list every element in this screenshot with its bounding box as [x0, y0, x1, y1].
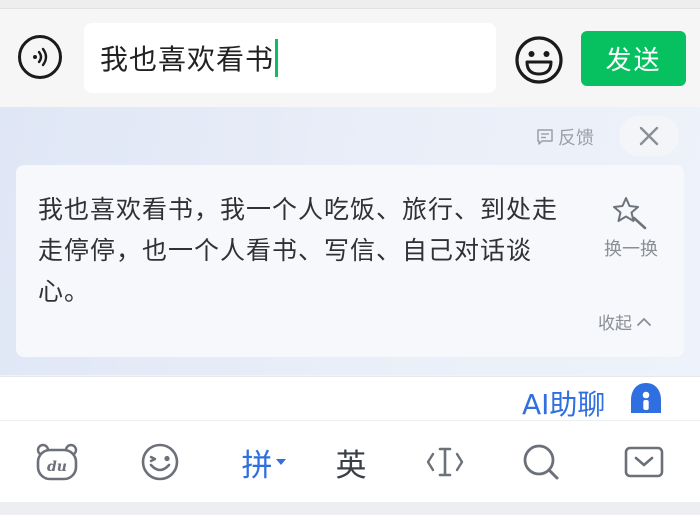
feedback-label: 反馈	[558, 128, 594, 149]
chat-input-bar: 我也喜欢看书 发送	[0, 8, 700, 107]
suggestion-text[interactable]: 我也喜欢看书，我一个人吃饭、旅行、到处走走停停，也一个人看书、写信、自己对话谈心…	[38, 189, 558, 312]
chevron-up-icon	[637, 317, 651, 326]
voice-icon	[33, 47, 48, 67]
baidu-bear-icon: du	[36, 443, 78, 481]
keyboard-toolbar: du 拼 英	[0, 420, 700, 503]
text-caret	[275, 39, 279, 77]
ai-suggestion-panel: 反馈 我也喜欢看书，我一个人吃饭、旅行、到处走走停停，也一个人看书、写信、自己对…	[0, 107, 700, 375]
english-label: 英	[335, 447, 367, 484]
close-icon	[639, 126, 659, 146]
english-mode-button[interactable]: 英	[332, 439, 370, 485]
collapse-label: 收起	[598, 314, 632, 334]
pinyin-mode-button[interactable]: 拼	[236, 439, 292, 485]
message-input-value: 我也喜欢看书	[100, 43, 275, 76]
suggestion-card[interactable]: 我也喜欢看书，我一个人吃饭、旅行、到处走走停停，也一个人看书、写信、自己对话谈心…	[16, 165, 684, 357]
magic-wand-icon	[613, 197, 647, 230]
close-panel-button[interactable]	[619, 116, 679, 156]
top-strip	[0, 0, 700, 8]
text-cursor-icon	[426, 447, 464, 477]
search-button[interactable]	[520, 439, 562, 485]
keyboard-collapse-icon	[624, 446, 664, 478]
smiley-icon	[515, 36, 563, 84]
swap-suggestion-button[interactable]: 换一换	[596, 195, 666, 261]
baidu-logo-button[interactable]: du	[34, 439, 80, 485]
ai-assistant-row: AI助聊	[0, 376, 700, 421]
send-button[interactable]: 发送	[581, 31, 686, 86]
emoji-button[interactable]	[514, 35, 564, 85]
ai-chat-label[interactable]: AI助聊	[522, 383, 605, 423]
caret-down-icon	[275, 459, 286, 465]
cursor-edit-button[interactable]	[424, 439, 466, 485]
feedback-icon	[537, 129, 553, 145]
wink-face-icon	[141, 443, 179, 481]
collapse-button[interactable]: 收起	[598, 309, 652, 334]
search-icon	[523, 444, 559, 480]
pinyin-label: 拼	[241, 447, 273, 484]
hide-keyboard-button[interactable]	[622, 439, 666, 485]
feedback-button[interactable]: 反馈	[536, 125, 594, 149]
voice-input-button[interactable]	[18, 35, 62, 79]
ai-assistant-icon[interactable]	[629, 381, 663, 415]
svg-text:du: du	[47, 459, 67, 475]
bottom-strip	[0, 502, 700, 515]
emoji-keyboard-button[interactable]	[138, 439, 182, 485]
swap-label: 换一换	[604, 239, 658, 260]
message-input[interactable]: 我也喜欢看书	[84, 23, 496, 93]
